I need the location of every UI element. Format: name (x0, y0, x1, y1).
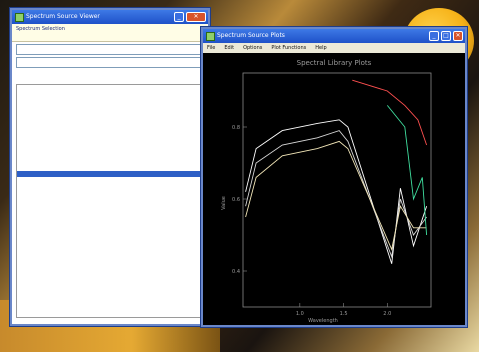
y-tick-label: 0.4 (232, 269, 240, 275)
right-window-titlebar[interactable]: Spectrum Source Plots _ □ ✕ (203, 29, 465, 43)
menu-item-help[interactable]: Help (315, 45, 326, 51)
spectrum-list[interactable] (16, 84, 204, 318)
list-item[interactable] (17, 105, 203, 112)
selection-field-1[interactable] (16, 44, 204, 55)
list-item[interactable] (17, 85, 203, 92)
list-item[interactable] (17, 125, 203, 132)
spectrum-plot-window[interactable]: Spectrum Source Plots _ □ ✕ File Edit Opti… (201, 27, 467, 327)
menu-item-options[interactable]: Options (243, 45, 262, 51)
plot-frame (242, 72, 432, 308)
x-tick-label: 1.5 (340, 311, 348, 317)
y-tick-label: 0.8 (232, 125, 240, 131)
close-button[interactable]: ✕ (453, 31, 463, 41)
list-item[interactable] (17, 151, 203, 158)
list-item[interactable] (17, 164, 203, 171)
selection-field-2[interactable] (16, 57, 204, 68)
left-window-body: Spectrum Selection (12, 24, 208, 324)
spectrum-source-window[interactable]: Spectrum Source Viewer _ ✕ Spectrum Sele… (10, 8, 210, 326)
list-item[interactable] (17, 144, 203, 151)
app-icon (15, 13, 24, 22)
left-window-titlebar[interactable]: Spectrum Source Viewer _ ✕ (12, 10, 208, 24)
x-axis-label: Wavelength (308, 318, 338, 324)
plot-title: Spectral Library Plots (297, 59, 372, 67)
panel-header-label: Spectrum Selection (16, 26, 65, 32)
app-icon (206, 32, 215, 41)
minimize-button[interactable]: _ (429, 31, 439, 41)
right-window-title: Spectrum Source Plots (217, 32, 285, 39)
list-item[interactable] (17, 111, 203, 118)
list-item[interactable] (17, 158, 203, 165)
plot-axes: 1.0 1.5 2.0 0.8 0.6 0.4 (232, 72, 432, 317)
series-line-4 (352, 79, 428, 146)
close-button[interactable]: ✕ (186, 12, 206, 22)
list-item[interactable] (17, 92, 203, 99)
x-tick-label: 2.0 (383, 311, 391, 317)
plot-series (245, 79, 428, 264)
maximize-button[interactable]: □ (441, 31, 451, 41)
x-tick-label: 1.0 (296, 311, 304, 317)
menu-item-edit[interactable]: Edit (224, 45, 234, 51)
panel-header: Spectrum Selection (12, 24, 208, 42)
series-line-1 (245, 119, 428, 264)
y-axis-label: Value (221, 196, 227, 210)
list-item[interactable] (17, 170, 203, 178)
minimize-button[interactable]: _ (174, 12, 184, 22)
list-item[interactable] (17, 131, 203, 138)
list-item[interactable] (17, 98, 203, 105)
spectrum-plot: Spectral Library Plots Value Wavelength … (221, 59, 432, 324)
menu-item-file[interactable]: File (207, 45, 215, 51)
y-tick-label: 0.6 (232, 197, 240, 203)
list-item[interactable] (17, 138, 203, 145)
list-item[interactable] (17, 118, 203, 125)
menu-item-plot-functions[interactable]: Plot Functions (271, 45, 306, 51)
left-window-title: Spectrum Source Viewer (26, 13, 100, 20)
plot-area[interactable]: Spectral Library Plots Value Wavelength … (203, 53, 465, 325)
